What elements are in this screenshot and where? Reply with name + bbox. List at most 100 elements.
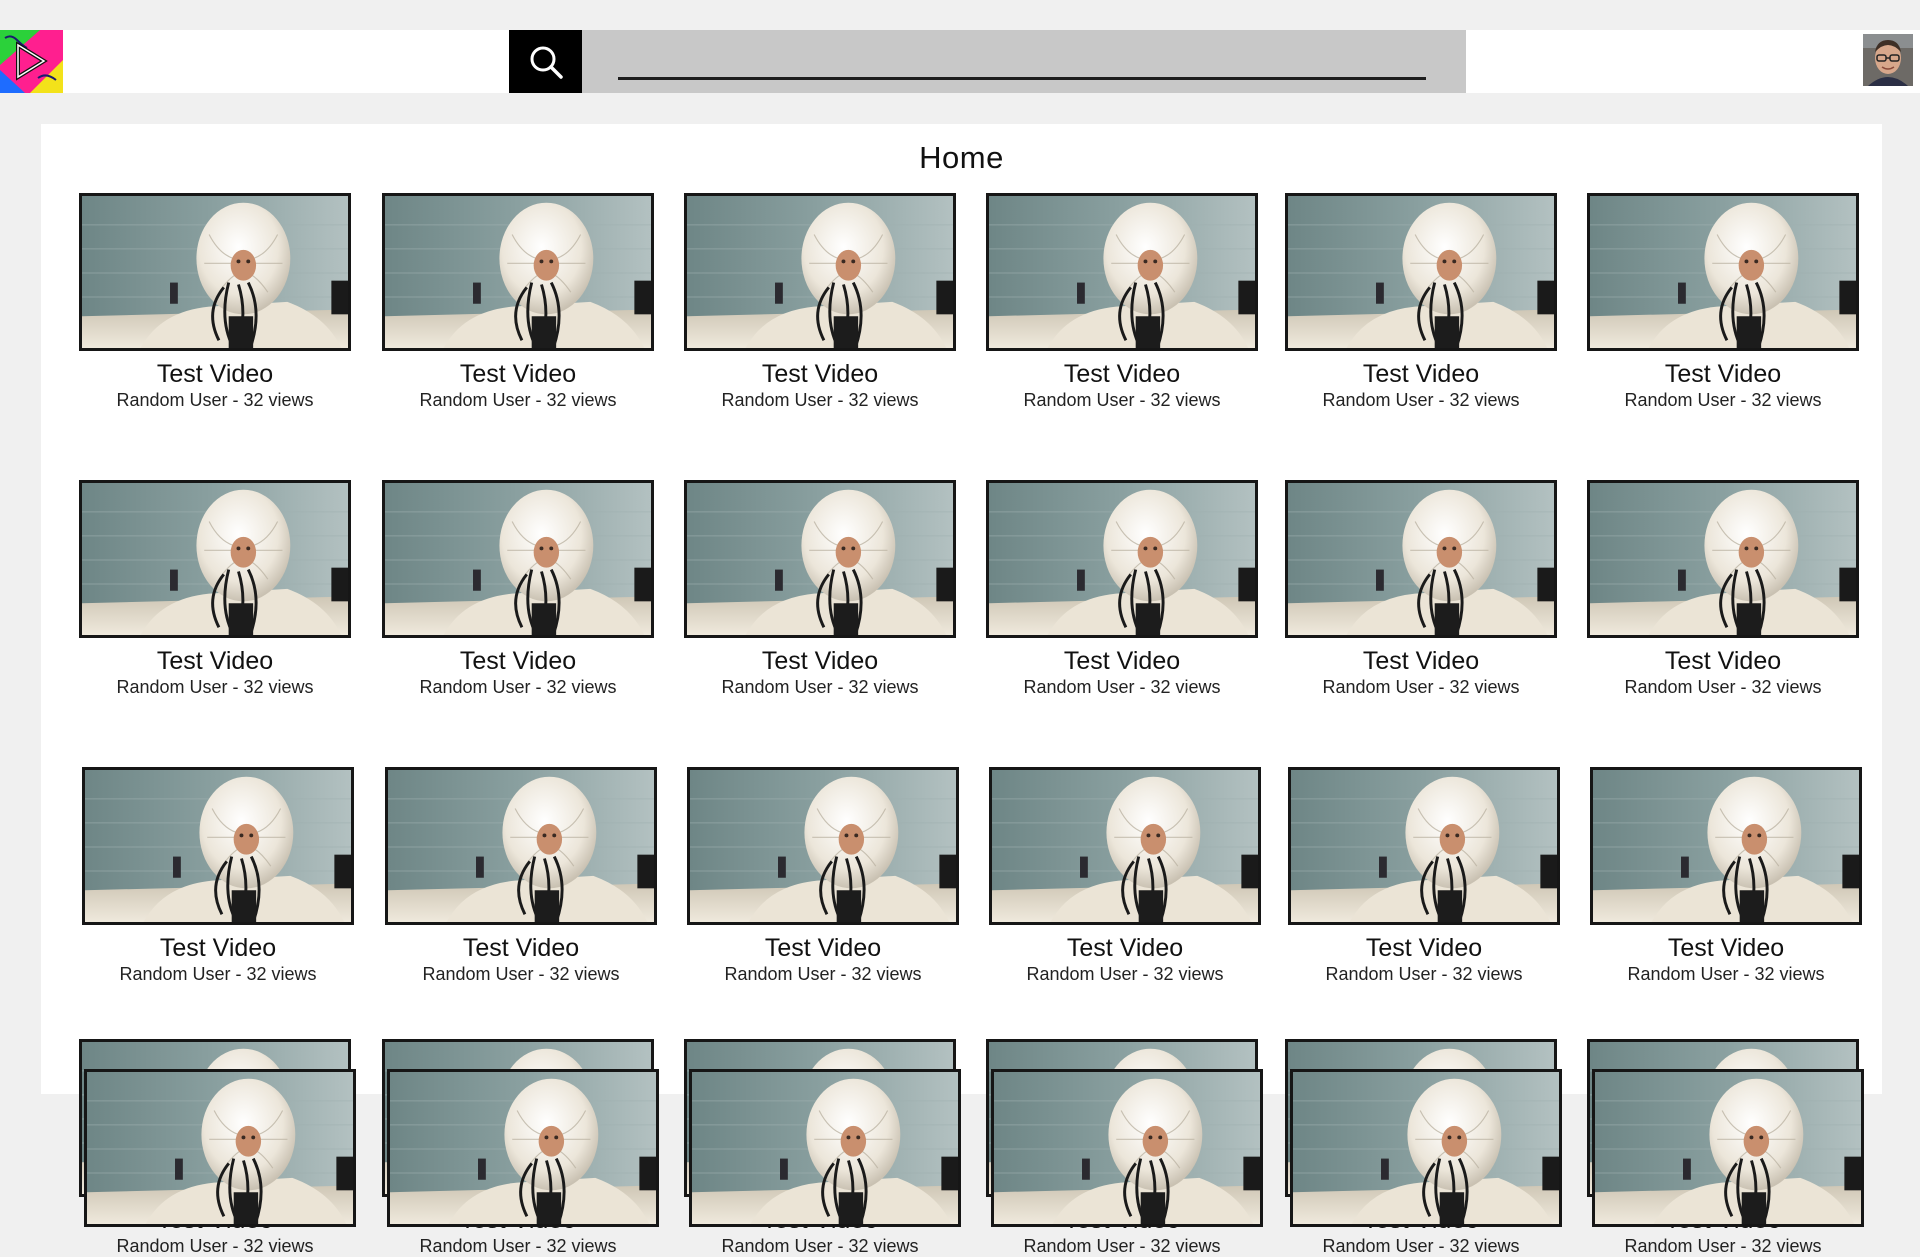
video-thumbnail-image — [1288, 483, 1554, 635]
video-title[interactable]: Test Video — [986, 647, 1258, 675]
search-input[interactable] — [618, 40, 1426, 80]
video-card[interactable]: Test VideoRandom User - 32 views — [986, 480, 1258, 698]
video-thumbnail[interactable] — [382, 480, 654, 638]
video-thumbnail-image — [989, 196, 1255, 348]
video-thumbnail[interactable] — [989, 767, 1261, 925]
video-meta: Random User - 32 views — [1023, 677, 1221, 697]
video-thumbnail[interactable] — [1285, 480, 1557, 638]
video-thumbnail[interactable] — [79, 193, 351, 351]
video-title[interactable]: Test Video — [1587, 360, 1859, 388]
video-thumbnail[interactable] — [687, 767, 959, 925]
video-thumbnail-image — [385, 196, 651, 348]
search-icon — [530, 46, 563, 79]
video-card[interactable]: Test VideoRandom User - 32 views — [79, 480, 351, 698]
video-thumbnail[interactable] — [1288, 767, 1560, 925]
video-thumbnail-image — [1590, 196, 1856, 348]
video-card[interactable] — [1290, 1069, 1562, 1227]
video-card[interactable] — [1592, 1069, 1864, 1227]
video-title[interactable]: Test Video — [79, 647, 351, 675]
video-meta: Random User - 32 views — [1624, 390, 1822, 410]
video-thumbnail-image — [1593, 770, 1859, 922]
video-card[interactable] — [991, 1069, 1263, 1227]
video-title[interactable]: Test Video — [1288, 934, 1560, 962]
video-thumbnail-image — [1590, 483, 1856, 635]
video-thumbnail[interactable] — [387, 1069, 659, 1227]
video-meta: Random User - 32 views — [1322, 1236, 1520, 1256]
video-card[interactable]: Test VideoRandom User - 32 views — [1590, 767, 1862, 985]
video-thumbnail[interactable] — [79, 480, 351, 638]
video-meta: Random User - 32 views — [1624, 1236, 1822, 1256]
video-thumbnail-image — [82, 483, 348, 635]
video-thumbnail-image — [690, 770, 956, 922]
video-card[interactable]: Test VideoRandom User - 32 views — [684, 193, 956, 411]
search-bar — [582, 30, 1466, 93]
video-meta: Random User - 32 views — [1026, 964, 1224, 984]
video-title[interactable]: Test Video — [1590, 934, 1862, 962]
app-logo-icon[interactable] — [0, 30, 63, 93]
video-thumbnail[interactable] — [1587, 480, 1859, 638]
video-meta: Random User - 32 views — [1023, 1236, 1221, 1256]
video-meta: Random User - 32 views — [721, 677, 919, 697]
video-thumbnail[interactable] — [689, 1069, 961, 1227]
video-thumbnail[interactable] — [82, 767, 354, 925]
video-card[interactable]: Test VideoRandom User - 32 views — [687, 767, 959, 985]
video-thumbnail[interactable] — [382, 193, 654, 351]
video-card[interactable]: Test VideoRandom User - 32 views — [684, 480, 956, 698]
video-card[interactable]: Test VideoRandom User - 32 views — [79, 193, 351, 411]
video-thumbnail-image — [687, 483, 953, 635]
video-title[interactable]: Test Video — [684, 647, 956, 675]
video-thumbnail[interactable] — [1285, 193, 1557, 351]
video-card[interactable] — [689, 1069, 961, 1227]
video-title[interactable]: Test Video — [382, 647, 654, 675]
video-thumbnail[interactable] — [1592, 1069, 1864, 1227]
video-thumbnail[interactable] — [684, 193, 956, 351]
video-thumbnail[interactable] — [1587, 193, 1859, 351]
video-card[interactable]: Test VideoRandom User - 32 views — [1587, 480, 1859, 698]
video-title[interactable]: Test Video — [385, 934, 657, 962]
video-card[interactable]: Test VideoRandom User - 32 views — [1285, 193, 1557, 411]
video-thumbnail[interactable] — [1290, 1069, 1562, 1227]
search-button[interactable] — [509, 30, 582, 93]
video-title[interactable]: Test Video — [79, 360, 351, 388]
video-title[interactable]: Test Video — [986, 360, 1258, 388]
video-thumbnail-image — [385, 483, 651, 635]
video-meta: Random User - 32 views — [721, 1236, 919, 1256]
video-card[interactable]: Test VideoRandom User - 32 views — [385, 767, 657, 985]
video-card[interactable]: Test VideoRandom User - 32 views — [382, 480, 654, 698]
video-card[interactable] — [84, 1069, 356, 1227]
video-title[interactable]: Test Video — [1587, 647, 1859, 675]
video-meta: Random User - 32 views — [721, 390, 919, 410]
video-card[interactable] — [387, 1069, 659, 1227]
video-title[interactable]: Test Video — [1285, 647, 1557, 675]
video-thumbnail[interactable] — [986, 193, 1258, 351]
video-title[interactable]: Test Video — [382, 360, 654, 388]
video-thumbnail-image — [390, 1072, 656, 1224]
video-thumbnail-image — [687, 196, 953, 348]
video-thumbnail[interactable] — [684, 480, 956, 638]
video-title[interactable]: Test Video — [1285, 360, 1557, 388]
video-card[interactable]: Test VideoRandom User - 32 views — [1285, 480, 1557, 698]
video-thumbnail[interactable] — [84, 1069, 356, 1227]
video-meta: Random User - 32 views — [422, 964, 620, 984]
video-thumbnail[interactable] — [986, 480, 1258, 638]
video-title[interactable]: Test Video — [687, 934, 959, 962]
video-title[interactable]: Test Video — [684, 360, 956, 388]
video-card[interactable]: Test VideoRandom User - 32 views — [1587, 193, 1859, 411]
video-meta: Random User - 32 views — [1624, 677, 1822, 697]
video-title[interactable]: Test Video — [82, 934, 354, 962]
video-title[interactable]: Test Video — [989, 934, 1261, 962]
user-avatar[interactable] — [1863, 34, 1913, 86]
video-thumbnail[interactable] — [1590, 767, 1862, 925]
video-card[interactable]: Test VideoRandom User - 32 views — [382, 193, 654, 411]
video-meta: Random User - 32 views — [116, 677, 314, 697]
video-meta: Random User - 32 views — [1322, 677, 1520, 697]
video-meta: Random User - 32 views — [419, 390, 617, 410]
video-thumbnail[interactable] — [385, 767, 657, 925]
video-card[interactable]: Test VideoRandom User - 32 views — [1288, 767, 1560, 985]
video-thumbnail-image — [388, 770, 654, 922]
video-card[interactable]: Test VideoRandom User - 32 views — [986, 193, 1258, 411]
video-thumbnail[interactable] — [991, 1069, 1263, 1227]
video-grid: Test Video Random User - 32 views Test Vi… — [41, 124, 1882, 1256]
video-card[interactable]: Test VideoRandom User - 32 views — [82, 767, 354, 985]
video-card[interactable]: Test VideoRandom User - 32 views — [989, 767, 1261, 985]
